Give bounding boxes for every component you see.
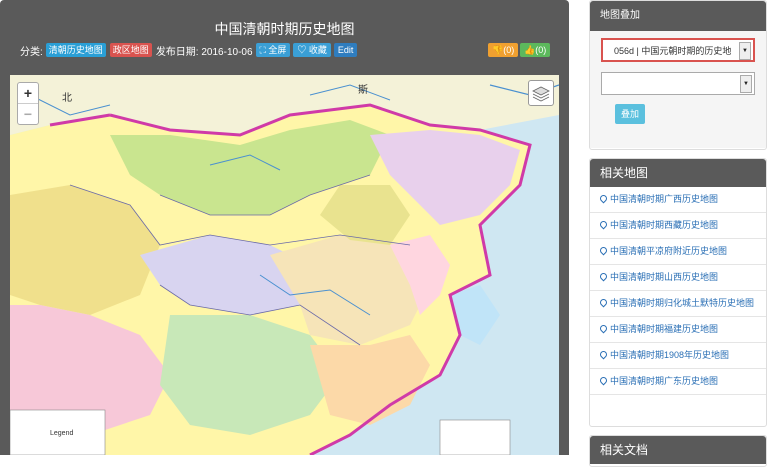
map-legend-label: Legend	[50, 430, 74, 437]
tag-qing-history[interactable]: 清朝历史地图	[45, 43, 106, 57]
map-marker-icon	[598, 245, 609, 256]
favorite-label: 收藏	[308, 45, 327, 55]
overlay-panel-title: 地图叠加	[590, 1, 766, 31]
vote-down-button[interactable]: 👍(0)	[520, 43, 551, 57]
related-map-link[interactable]: 中国清朝时期归化城土默特历史地图	[610, 298, 754, 308]
map-marker-icon	[598, 193, 609, 204]
related-maps-title: 相关地图	[590, 159, 766, 187]
map-marker-icon	[598, 297, 609, 308]
related-map-item[interactable]: 中国清朝时期山西历史地图	[590, 265, 766, 291]
related-maps-panel: 相关地图 中国清朝时期广西历史地图 中国清朝时期西藏历史地图 中国清朝平凉府附近…	[589, 158, 767, 427]
chevron-down-icon: ▼	[739, 42, 751, 60]
related-map-item[interactable]: 中国清朝时期广西历史地图	[590, 187, 766, 213]
related-map-link[interactable]: 中国清朝时期山西历史地图	[610, 272, 718, 282]
heart-icon: ♡	[297, 45, 307, 55]
meta-bar: 分类: 清朝历史地图 政区地图 发布日期: 2016-10-06 ⛶ 全屏 ♡ …	[20, 42, 360, 58]
related-map-link[interactable]: 中国清朝时期广西历史地图	[610, 194, 718, 204]
overlay-add-button[interactable]: 叠加	[615, 104, 645, 124]
related-map-link[interactable]: 中国清朝时期广东历史地图	[610, 376, 718, 386]
fullscreen-button[interactable]: ⛶ 全屏	[255, 43, 291, 57]
layers-icon	[532, 86, 550, 102]
category-label: 分类:	[20, 46, 43, 58]
related-docs-title: 相关文档	[590, 436, 766, 464]
map-label-north: 北	[62, 93, 72, 104]
map-marker-icon	[598, 271, 609, 282]
overlay-select-secondary[interactable]: ▼	[601, 72, 755, 95]
related-map-item[interactable]: 中国清朝时期归化城土默特历史地图	[590, 291, 766, 317]
publish-date: 发布日期: 2016-10-06	[155, 46, 253, 58]
tag-admin-map[interactable]: 政区地图	[109, 43, 152, 57]
edit-button[interactable]: Edit	[333, 43, 358, 57]
related-map-link[interactable]: 中国清朝时期福建历史地图	[610, 324, 718, 334]
related-map-link[interactable]: 中国清朝平凉府附近历史地图	[610, 246, 727, 256]
map-marker-icon	[598, 375, 609, 386]
vote-up-button[interactable]: 👎(0)	[488, 43, 519, 57]
fullscreen-label: 全屏	[268, 45, 287, 55]
map-image	[10, 75, 559, 455]
thumb-down-icon: 👎	[492, 45, 504, 55]
vote-up-count: (0)	[503, 45, 515, 55]
related-map-item[interactable]: 中国清朝时期1908年历史地图	[590, 343, 766, 369]
related-map-item[interactable]: 中国清朝时期福建历史地图	[590, 317, 766, 343]
chevron-down-icon: ▼	[740, 75, 752, 93]
related-map-item[interactable]: 中国清朝时期西藏历史地图	[590, 213, 766, 239]
overlay-panel: 地图叠加 056d | 中国元朝时期的历史地 ▼ ▼ 叠加	[589, 0, 767, 150]
map-view[interactable]: 北 斯 Legend	[10, 75, 559, 455]
map-label-si: 斯	[358, 85, 368, 96]
thumb-up-icon: 👍	[524, 45, 536, 55]
related-maps-list: 中国清朝时期广西历史地图 中国清朝时期西藏历史地图 中国清朝平凉府附近历史地图 …	[590, 187, 766, 395]
overlay-select-primary-value: 056d | 中国元朝时期的历史地	[614, 46, 732, 56]
vote-down-count: (0)	[535, 45, 547, 55]
related-map-link[interactable]: 中国清朝时期1908年历史地图	[610, 350, 729, 360]
expand-icon: ⛶	[259, 45, 266, 55]
zoom-in-button[interactable]: +	[18, 83, 38, 104]
page-title: 中国清朝时期历史地图	[214, 21, 355, 37]
related-docs-panel: 相关文档	[589, 435, 767, 467]
favorite-button[interactable]: ♡ 收藏	[293, 43, 331, 57]
map-marker-icon	[598, 219, 609, 230]
zoom-out-button[interactable]: −	[18, 104, 38, 124]
layers-button[interactable]	[528, 80, 554, 106]
related-map-item[interactable]: 中国清朝平凉府附近历史地图	[590, 239, 766, 265]
zoom-control: + −	[17, 82, 39, 125]
overlay-select-primary[interactable]: 056d | 中国元朝时期的历史地 ▼	[601, 38, 755, 62]
related-map-link[interactable]: 中国清朝时期西藏历史地图	[610, 220, 718, 230]
overlay-panel-body: 056d | 中国元朝时期的历史地 ▼ ▼ 叠加	[590, 31, 766, 148]
map-marker-icon	[598, 323, 609, 334]
related-map-item[interactable]: 中国清朝时期广东历史地图	[590, 369, 766, 395]
map-marker-icon	[598, 349, 609, 360]
